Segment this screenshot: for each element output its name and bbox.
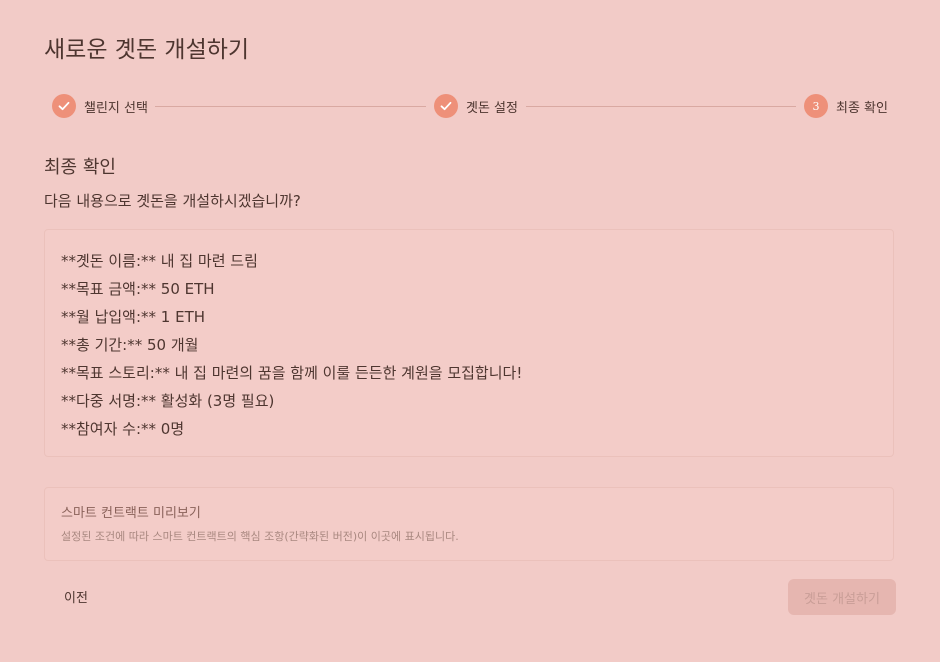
- summary-goal-amount: **목표 금액:** 50 ETH: [61, 280, 215, 298]
- confirm-question: 다음 내용으로 곗돈을 개설하시겠습니까?: [44, 192, 301, 210]
- stepper: 챌린지 선택 곗돈 설정 3 최종 확인: [0, 0, 940, 140]
- step-final-confirm: 3 최종 확인: [804, 94, 888, 118]
- summary-participants: **참여자 수:** 0명: [61, 420, 185, 438]
- step-label: 곗돈 설정: [466, 100, 518, 116]
- summary-box: **곗돈 이름:** 내 집 마련 드림 **목표 금액:** 50 ETH *…: [44, 229, 894, 457]
- contract-preview-description: 설정된 조건에 따라 스마트 컨트랙트의 핵심 조항(간략화된 버전)이 이곳에…: [61, 530, 459, 543]
- step-label: 챌린지 선택: [84, 100, 148, 116]
- step-challenge-select: 챌린지 선택: [52, 94, 148, 118]
- step-connector: [526, 106, 796, 107]
- step-gyedon-settings: 곗돈 설정: [434, 94, 518, 118]
- contract-preview: 스마트 컨트랙트 미리보기 설정된 조건에 따라 스마트 컨트랙트의 핵심 조항…: [44, 487, 894, 561]
- check-icon: [434, 94, 458, 118]
- summary-multisig: **다중 서명:** 활성화 (3명 필요): [61, 392, 275, 410]
- step-connector: [155, 106, 426, 107]
- step-number: 3: [804, 94, 828, 118]
- summary-total-period: **총 기간:** 50 개월: [61, 336, 199, 354]
- summary-goal-story: **목표 스토리:** 내 집 마련의 꿈을 함께 이룰 든든한 계원을 모집합…: [61, 364, 523, 382]
- summary-name: **곗돈 이름:** 내 집 마련 드림: [61, 252, 258, 270]
- step-label: 최종 확인: [836, 100, 888, 116]
- summary-monthly-payment: **월 납입액:** 1 ETH: [61, 308, 206, 326]
- create-gyedon-button[interactable]: 곗돈 개설하기: [788, 579, 896, 615]
- section-title: 최종 확인: [44, 157, 116, 178]
- contract-preview-title: 스마트 컨트랙트 미리보기: [61, 506, 201, 521]
- check-icon: [52, 94, 76, 118]
- prev-button[interactable]: 이전: [54, 580, 98, 612]
